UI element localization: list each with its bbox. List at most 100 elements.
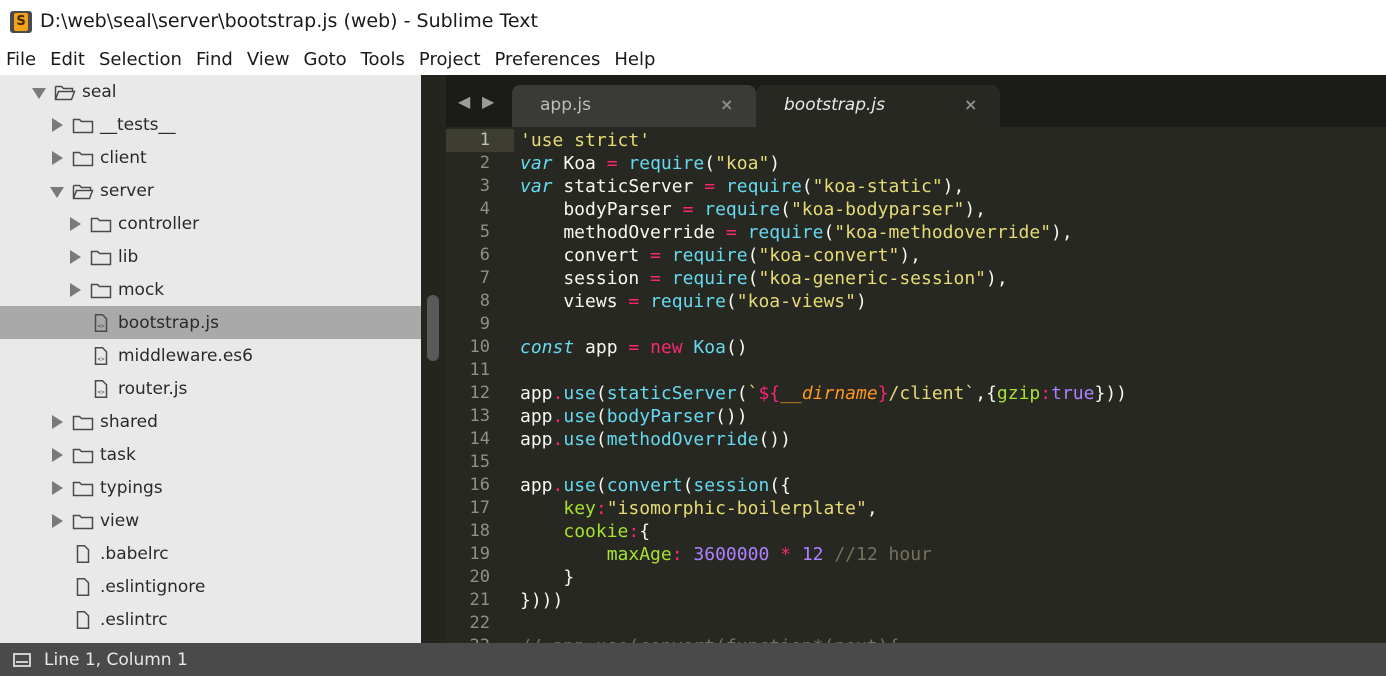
code-token: }))) xyxy=(520,590,564,611)
collapsed-arrow-icon[interactable] xyxy=(68,282,82,297)
sidebar-item-seal[interactable]: seal xyxy=(0,75,421,108)
tab-close-icon[interactable]: × xyxy=(964,95,977,114)
code-token: /client` xyxy=(888,383,976,404)
expanded-arrow-icon[interactable] xyxy=(32,85,46,99)
svg-text:<>: <> xyxy=(97,356,105,363)
code-token: ), xyxy=(964,199,987,220)
code-line: // app.use(convert(function*(next){ xyxy=(520,635,899,643)
menu-goto[interactable]: Goto xyxy=(304,49,347,70)
sidebar-item-lib[interactable]: lib xyxy=(0,240,421,273)
sidebar-item-shared[interactable]: shared xyxy=(0,405,421,438)
menu-preferences[interactable]: Preferences xyxy=(495,49,601,70)
code-line: session = require("koa-generic-session")… xyxy=(520,267,1008,290)
sidebar-item-server[interactable]: server xyxy=(0,174,421,207)
code-token: require xyxy=(671,268,748,289)
console-toggle-icon[interactable] xyxy=(13,653,31,667)
folder-icon xyxy=(90,215,112,233)
tab-next-arrow-icon[interactable]: ▶ xyxy=(482,92,494,111)
collapsed-arrow-icon[interactable] xyxy=(50,117,64,132)
sidebar-item-middleware-es6[interactable]: <> middleware.es6 xyxy=(0,339,421,372)
sidebar-item-controller[interactable]: controller xyxy=(0,207,421,240)
code-token: use xyxy=(563,429,596,450)
code-token: } xyxy=(520,567,575,588)
code-token: : xyxy=(671,544,683,565)
sidebar-item-label: view xyxy=(100,510,140,531)
code-line: }))) xyxy=(520,589,563,612)
collapsed-arrow-icon[interactable] xyxy=(68,216,82,231)
line-number: 12 xyxy=(469,383,490,403)
code-editor[interactable]: 1234567891011121314151617181920212223 'u… xyxy=(446,127,1386,643)
sidebar-item-task[interactable]: task xyxy=(0,438,421,471)
menu-selection[interactable]: Selection xyxy=(99,49,182,70)
code-line: bodyParser = require("koa-bodyparser"), xyxy=(520,198,986,221)
code-token: Koa xyxy=(552,153,607,174)
menu-view[interactable]: View xyxy=(247,49,290,70)
code-token: "koa-methodoverride" xyxy=(834,222,1052,243)
sidebar-file-tree: seal __tests__ client server controller lib mo… xyxy=(0,75,421,643)
menu-file[interactable]: File xyxy=(6,49,36,70)
sidebar-item-router-js[interactable]: <> router.js xyxy=(0,372,421,405)
code-token: = xyxy=(628,337,640,358)
menu-find[interactable]: Find xyxy=(196,49,233,70)
sidebar-scrollbar-thumb[interactable] xyxy=(427,295,439,361)
collapsed-arrow-icon[interactable] xyxy=(50,480,64,495)
menu-edit[interactable]: Edit xyxy=(50,49,85,70)
sidebar-item-eslintignore[interactable]: .eslintignore xyxy=(0,570,421,603)
sidebar-item-client[interactable]: client xyxy=(0,141,421,174)
code-token: ), xyxy=(942,176,965,197)
tab-close-icon[interactable]: × xyxy=(720,95,733,114)
sidebar-item-bootstrap-js[interactable]: <> bootstrap.js xyxy=(0,306,421,339)
menu-help[interactable]: Help xyxy=(614,49,655,70)
code-token: . xyxy=(552,383,564,404)
sidebar-item-eslintrc[interactable]: .eslintrc xyxy=(0,603,421,636)
line-number-gutter: 1234567891011121314151617181920212223 xyxy=(446,127,514,643)
sidebar-item-typings[interactable]: typings xyxy=(0,471,421,504)
collapsed-arrow-icon[interactable] xyxy=(50,513,64,528)
sidebar-item-mock[interactable]: mock xyxy=(0,273,421,306)
code-token: use xyxy=(563,383,596,404)
code-token: ( xyxy=(595,475,607,496)
line-number: 20 xyxy=(469,567,490,587)
folder-icon xyxy=(90,248,112,266)
code-token: "koa-static" xyxy=(812,176,943,197)
code-token: { xyxy=(639,521,651,542)
line-number: 18 xyxy=(469,521,490,541)
collapsed-arrow-icon[interactable] xyxy=(68,249,82,264)
code-line: views = require("koa-views") xyxy=(520,290,866,313)
code-token: ( xyxy=(823,222,835,243)
code-token: = xyxy=(704,176,716,197)
code-token: require xyxy=(650,291,726,312)
code-line: var staticServer = require("koa-static")… xyxy=(520,175,964,198)
menu-tools[interactable]: Tools xyxy=(361,49,405,70)
code-token: : xyxy=(628,521,640,542)
code-token: require xyxy=(704,199,781,220)
code-token: use xyxy=(563,475,596,496)
cursor-position: Line 1, Column 1 xyxy=(44,650,188,670)
code-token: ( xyxy=(747,245,759,266)
sidebar-item-label: .eslintignore xyxy=(100,576,206,597)
sidebar-item-label: middleware.es6 xyxy=(118,345,253,366)
collapsed-arrow-icon[interactable] xyxy=(50,414,64,429)
code-token: })) xyxy=(1094,383,1127,404)
sidebar-item-tests[interactable]: __tests__ xyxy=(0,108,421,141)
sidebar-item-view[interactable]: view xyxy=(0,504,421,537)
code-line: convert = require("koa-convert"), xyxy=(520,244,921,267)
code-token: "koa" xyxy=(715,153,770,174)
code-line: key:"isomorphic-boilerplate", xyxy=(520,497,877,520)
line-number: 3 xyxy=(479,176,490,196)
tab-app-js[interactable]: app.js × xyxy=(512,85,756,127)
menu-project[interactable]: Project xyxy=(419,49,481,70)
collapsed-arrow-icon[interactable] xyxy=(50,150,64,165)
code-line: app.use(methodOverride()) xyxy=(520,428,791,451)
tab-bootstrap-js[interactable]: bootstrap.js × xyxy=(756,85,1000,127)
expanded-arrow-icon[interactable] xyxy=(50,184,64,198)
sidebar-item-label: bootstrap.js xyxy=(118,312,219,333)
collapsed-arrow-icon[interactable] xyxy=(50,447,64,462)
tab-prev-arrow-icon[interactable]: ◀ xyxy=(458,92,470,111)
code-token: ), xyxy=(986,268,1008,289)
sidebar-item-babelrc[interactable]: .babelrc xyxy=(0,537,421,570)
